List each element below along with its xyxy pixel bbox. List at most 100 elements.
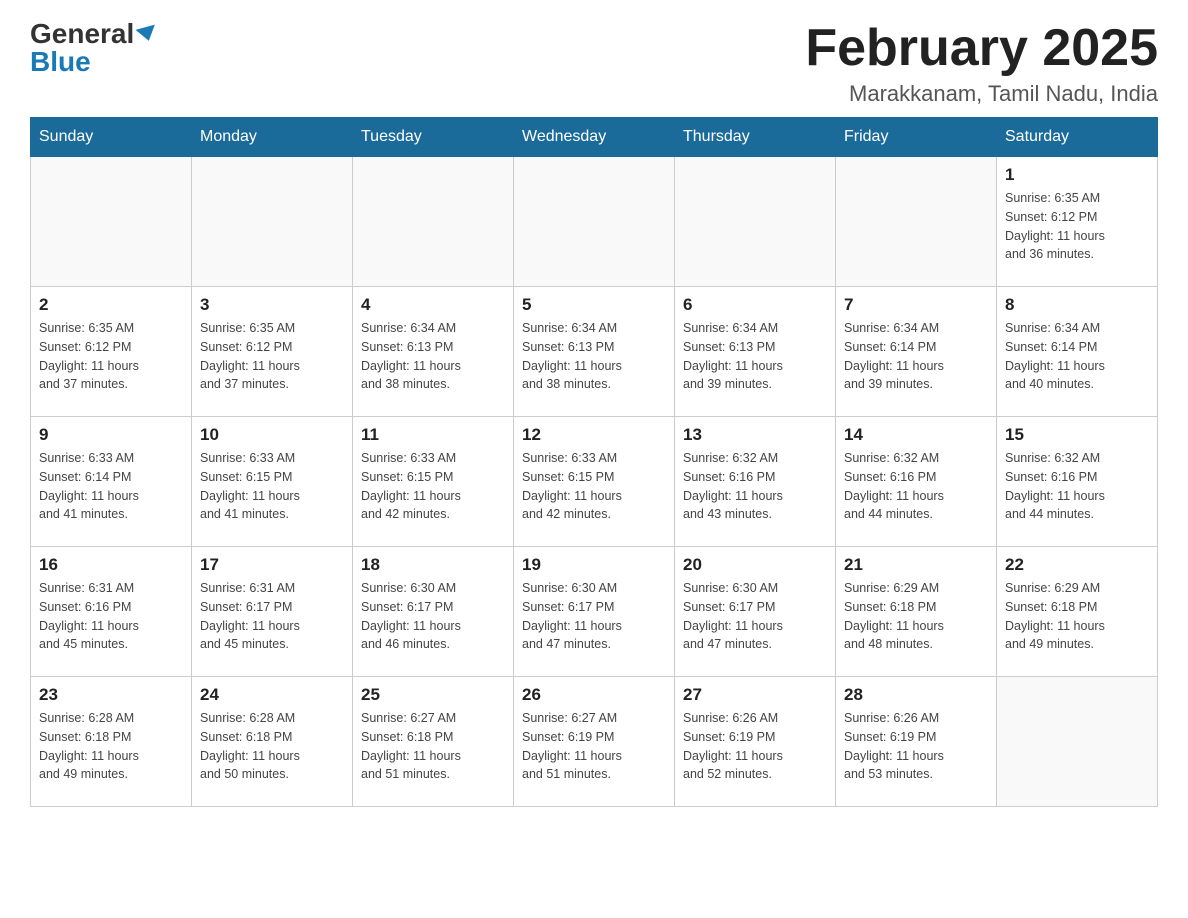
- day-info: Sunrise: 6:31 AM Sunset: 6:16 PM Dayligh…: [39, 579, 183, 654]
- calendar-week-2: 2 Sunrise: 6:35 AM Sunset: 6:12 PM Daylig…: [31, 287, 1158, 417]
- page-header: General Blue February 2025 Marakkanam, T…: [30, 20, 1158, 107]
- header-monday: Monday: [192, 118, 353, 157]
- day-number: 16: [39, 555, 183, 575]
- logo-blue-text: Blue: [30, 48, 91, 76]
- day-info: Sunrise: 6:29 AM Sunset: 6:18 PM Dayligh…: [1005, 579, 1149, 654]
- day-info: Sunrise: 6:34 AM Sunset: 6:13 PM Dayligh…: [683, 319, 827, 394]
- day-info: Sunrise: 6:32 AM Sunset: 6:16 PM Dayligh…: [683, 449, 827, 524]
- day-number: 23: [39, 685, 183, 705]
- day-number: 4: [361, 295, 505, 315]
- calendar-cell: [675, 157, 836, 287]
- calendar-cell: 10Sunrise: 6:33 AM Sunset: 6:15 PM Dayli…: [192, 417, 353, 547]
- calendar-cell: 19 Sunrise: 6:30 AM Sunset: 6:17 PM Dayli…: [514, 547, 675, 677]
- calendar-cell: 15 Sunrise: 6:32 AM Sunset: 6:16 PM Dayli…: [997, 417, 1158, 547]
- day-number: 9: [39, 425, 183, 445]
- day-number: 14: [844, 425, 988, 445]
- day-info: Sunrise: 6:33 AM Sunset: 6:15 PM Dayligh…: [361, 449, 505, 524]
- calendar-cell: 6Sunrise: 6:34 AM Sunset: 6:13 PM Daylig…: [675, 287, 836, 417]
- day-number: 18: [361, 555, 505, 575]
- header-friday: Friday: [836, 118, 997, 157]
- day-number: 5: [522, 295, 666, 315]
- day-number: 25: [361, 685, 505, 705]
- calendar-week-4: 16 Sunrise: 6:31 AM Sunset: 6:16 PM Dayli…: [31, 547, 1158, 677]
- location-text: Marakkanam, Tamil Nadu, India: [805, 81, 1158, 107]
- day-number: 20: [683, 555, 827, 575]
- day-info: Sunrise: 6:27 AM Sunset: 6:19 PM Dayligh…: [522, 709, 666, 784]
- calendar-cell: 7Sunrise: 6:34 AM Sunset: 6:14 PM Daylig…: [836, 287, 997, 417]
- calendar-cell: [31, 157, 192, 287]
- calendar-cell: 9 Sunrise: 6:33 AM Sunset: 6:14 PM Daylig…: [31, 417, 192, 547]
- calendar-cell: 22 Sunrise: 6:29 AM Sunset: 6:18 PM Dayli…: [997, 547, 1158, 677]
- day-info: Sunrise: 6:29 AM Sunset: 6:18 PM Dayligh…: [844, 579, 988, 654]
- day-info: Sunrise: 6:30 AM Sunset: 6:17 PM Dayligh…: [361, 579, 505, 654]
- calendar-cell: 5 Sunrise: 6:34 AM Sunset: 6:13 PM Daylig…: [514, 287, 675, 417]
- day-number: 24: [200, 685, 344, 705]
- day-number: 22: [1005, 555, 1149, 575]
- day-number: 19: [522, 555, 666, 575]
- day-info: Sunrise: 6:28 AM Sunset: 6:18 PM Dayligh…: [200, 709, 344, 784]
- calendar-cell: 12 Sunrise: 6:33 AM Sunset: 6:15 PM Dayli…: [514, 417, 675, 547]
- day-number: 26: [522, 685, 666, 705]
- day-number: 12: [522, 425, 666, 445]
- day-number: 21: [844, 555, 988, 575]
- calendar-cell: 17 Sunrise: 6:31 AM Sunset: 6:17 PM Dayli…: [192, 547, 353, 677]
- day-number: 8: [1005, 295, 1149, 315]
- logo-general-text: General: [30, 20, 134, 48]
- day-info: Sunrise: 6:34 AM Sunset: 6:13 PM Dayligh…: [522, 319, 666, 394]
- day-number: 28: [844, 685, 988, 705]
- logo: General Blue: [30, 20, 157, 76]
- calendar-header: Sunday Monday Tuesday Wednesday Thursday…: [31, 118, 1158, 157]
- day-number: 17: [200, 555, 344, 575]
- logo-triangle-icon: [136, 25, 159, 44]
- calendar-week-5: 23 Sunrise: 6:28 AM Sunset: 6:18 PM Dayli…: [31, 677, 1158, 807]
- day-info: Sunrise: 6:26 AM Sunset: 6:19 PM Dayligh…: [683, 709, 827, 784]
- calendar-cell: 23 Sunrise: 6:28 AM Sunset: 6:18 PM Dayli…: [31, 677, 192, 807]
- header-sunday: Sunday: [31, 118, 192, 157]
- calendar-cell: 21 Sunrise: 6:29 AM Sunset: 6:18 PM Dayli…: [836, 547, 997, 677]
- day-info: Sunrise: 6:33 AM Sunset: 6:15 PM Dayligh…: [522, 449, 666, 524]
- header-thursday: Thursday: [675, 118, 836, 157]
- day-number: 2: [39, 295, 183, 315]
- day-number: 11: [361, 425, 505, 445]
- day-info: Sunrise: 6:32 AM Sunset: 6:16 PM Dayligh…: [844, 449, 988, 524]
- calendar-cell: 2 Sunrise: 6:35 AM Sunset: 6:12 PM Daylig…: [31, 287, 192, 417]
- calendar-cell: [192, 157, 353, 287]
- calendar-cell: 4 Sunrise: 6:34 AM Sunset: 6:13 PM Daylig…: [353, 287, 514, 417]
- header-row: Sunday Monday Tuesday Wednesday Thursday…: [31, 118, 1158, 157]
- calendar-cell: 14 Sunrise: 6:32 AM Sunset: 6:16 PM Dayli…: [836, 417, 997, 547]
- header-tuesday: Tuesday: [353, 118, 514, 157]
- calendar-cell: 27 Sunrise: 6:26 AM Sunset: 6:19 PM Dayli…: [675, 677, 836, 807]
- day-info: Sunrise: 6:31 AM Sunset: 6:17 PM Dayligh…: [200, 579, 344, 654]
- calendar-cell: 3Sunrise: 6:35 AM Sunset: 6:12 PM Daylig…: [192, 287, 353, 417]
- day-info: Sunrise: 6:35 AM Sunset: 6:12 PM Dayligh…: [1005, 189, 1149, 264]
- day-number: 15: [1005, 425, 1149, 445]
- day-number: 7: [844, 295, 988, 315]
- day-info: Sunrise: 6:28 AM Sunset: 6:18 PM Dayligh…: [39, 709, 183, 784]
- calendar-cell: [514, 157, 675, 287]
- day-info: Sunrise: 6:33 AM Sunset: 6:14 PM Dayligh…: [39, 449, 183, 524]
- day-number: 1: [1005, 165, 1149, 185]
- title-section: February 2025 Marakkanam, Tamil Nadu, In…: [805, 20, 1158, 107]
- calendar-cell: 13 Sunrise: 6:32 AM Sunset: 6:16 PM Dayli…: [675, 417, 836, 547]
- day-info: Sunrise: 6:26 AM Sunset: 6:19 PM Dayligh…: [844, 709, 988, 784]
- calendar-cell: 28 Sunrise: 6:26 AM Sunset: 6:19 PM Dayli…: [836, 677, 997, 807]
- calendar-cell: 1 Sunrise: 6:35 AM Sunset: 6:12 PM Daylig…: [997, 157, 1158, 287]
- day-number: 27: [683, 685, 827, 705]
- day-info: Sunrise: 6:34 AM Sunset: 6:13 PM Dayligh…: [361, 319, 505, 394]
- day-number: 10: [200, 425, 344, 445]
- day-info: Sunrise: 6:30 AM Sunset: 6:17 PM Dayligh…: [683, 579, 827, 654]
- day-info: Sunrise: 6:30 AM Sunset: 6:17 PM Dayligh…: [522, 579, 666, 654]
- calendar-week-1: 1 Sunrise: 6:35 AM Sunset: 6:12 PM Daylig…: [31, 157, 1158, 287]
- day-number: 13: [683, 425, 827, 445]
- calendar-body: 1 Sunrise: 6:35 AM Sunset: 6:12 PM Daylig…: [31, 157, 1158, 807]
- day-info: Sunrise: 6:35 AM Sunset: 6:12 PM Dayligh…: [39, 319, 183, 394]
- header-saturday: Saturday: [997, 118, 1158, 157]
- calendar-cell: 25Sunrise: 6:27 AM Sunset: 6:18 PM Dayli…: [353, 677, 514, 807]
- calendar-cell: 11 Sunrise: 6:33 AM Sunset: 6:15 PM Dayli…: [353, 417, 514, 547]
- day-info: Sunrise: 6:32 AM Sunset: 6:16 PM Dayligh…: [1005, 449, 1149, 524]
- day-info: Sunrise: 6:34 AM Sunset: 6:14 PM Dayligh…: [1005, 319, 1149, 394]
- calendar-cell: 8 Sunrise: 6:34 AM Sunset: 6:14 PM Daylig…: [997, 287, 1158, 417]
- calendar-cell: 18 Sunrise: 6:30 AM Sunset: 6:17 PM Dayli…: [353, 547, 514, 677]
- month-title: February 2025: [805, 20, 1158, 77]
- calendar-cell: 16 Sunrise: 6:31 AM Sunset: 6:16 PM Dayli…: [31, 547, 192, 677]
